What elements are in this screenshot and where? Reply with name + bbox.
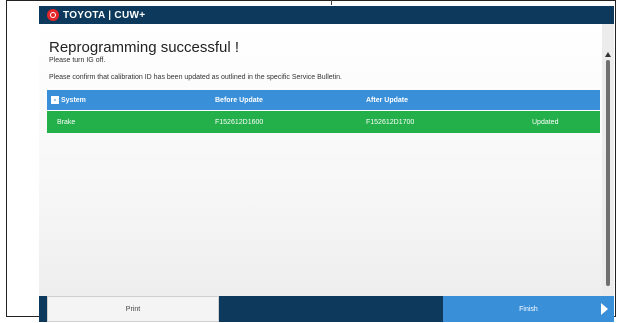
info-message: Please confirm that calibration ID has b…	[49, 74, 343, 81]
table-row[interactable]: Brake F152612D1600 F152612D1700 Updated	[47, 111, 600, 133]
cell-after-update: F152612D1700	[366, 118, 415, 126]
app-header: TOYOTA | CUW+	[39, 6, 614, 24]
scroll-thumb[interactable]	[606, 60, 610, 286]
finish-button-label: Finish	[519, 305, 538, 313]
cuw-app-window: TOYOTA | CUW+ Reprogramming successful !…	[39, 6, 614, 322]
frame-tick-mark	[331, 0, 332, 5]
header-after-update: After Update	[366, 96, 409, 104]
print-button[interactable]: Print	[47, 296, 219, 322]
main-content: Reprogramming successful ! Please turn I…	[39, 24, 614, 296]
vertical-scrollbar[interactable]	[602, 24, 614, 296]
table-header: - System Before Update After Update	[47, 90, 600, 110]
brand-title: TOYOTA | CUW+	[63, 9, 146, 21]
print-button-label: Print	[125, 305, 141, 313]
collapse-icon[interactable]: -	[51, 96, 59, 104]
footer-bar: Print Finish	[39, 296, 614, 322]
page-title: Reprogramming successful !	[49, 39, 240, 56]
toyota-logo-icon	[47, 9, 59, 21]
arrow-right-icon	[601, 303, 608, 315]
brand: TOYOTA | CUW+	[47, 9, 145, 21]
scroll-up-icon[interactable]	[605, 52, 611, 57]
cell-status: Updated	[532, 118, 559, 126]
cell-before-update: F152612D1600	[215, 118, 264, 126]
finish-button[interactable]: Finish	[443, 296, 614, 322]
header-system-label: System	[61, 96, 86, 104]
cell-system: Brake	[57, 118, 76, 126]
header-system: - System	[51, 90, 86, 110]
header-before-update: Before Update	[215, 96, 263, 104]
page-subtitle: Please turn IG off.	[49, 57, 106, 64]
